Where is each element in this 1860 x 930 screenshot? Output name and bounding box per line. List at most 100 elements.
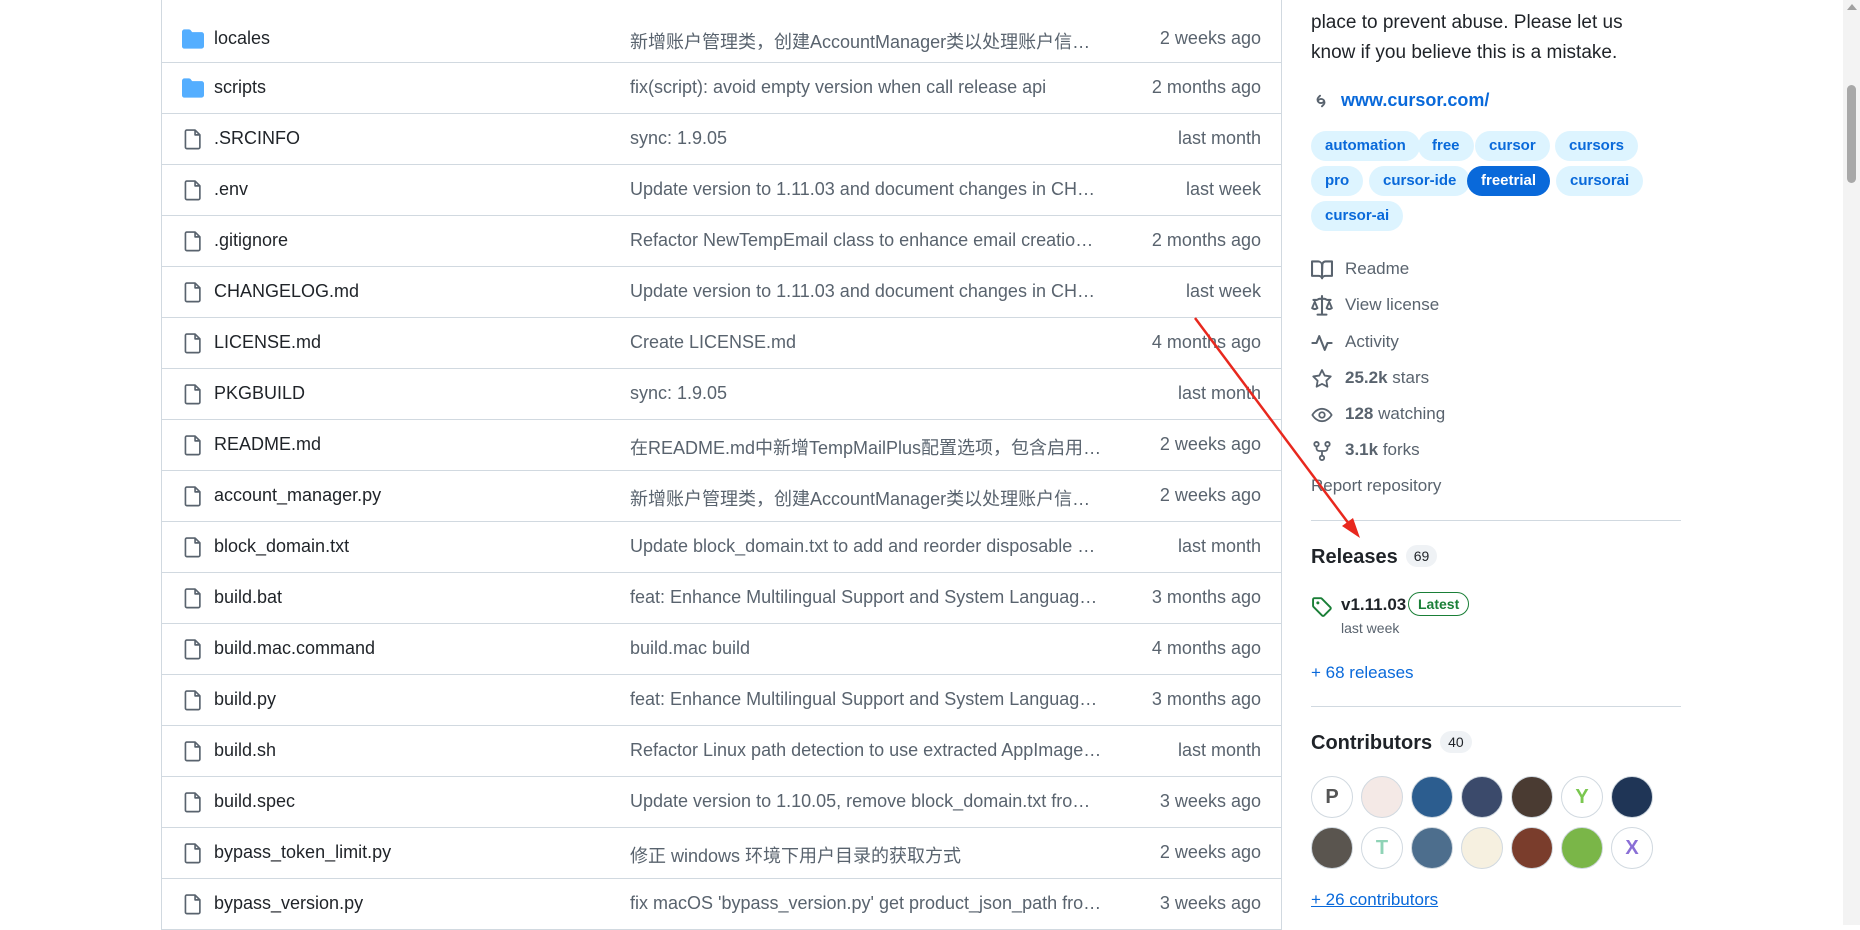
commit-date: 2 months ago xyxy=(1151,230,1261,250)
file-row[interactable]: build.sh Refactor Linux path detection to… xyxy=(162,726,1281,777)
contributor-avatar[interactable] xyxy=(1561,827,1603,869)
commit-message-link[interactable]: sync: 1.9.05 xyxy=(630,383,1102,404)
commit-message-link[interactable]: Refactor Linux path detection to use ext… xyxy=(630,740,1102,761)
file-row[interactable]: LICENSE.md Create LICENSE.md 4 months ago xyxy=(162,318,1281,369)
activity-label: Activity xyxy=(1345,332,1399,351)
topic-tag[interactable]: cursor-ide xyxy=(1369,166,1471,196)
file-row[interactable]: build.bat feat: Enhance Multilingual Supp… xyxy=(162,573,1281,624)
file-name-link[interactable]: scripts xyxy=(214,77,266,98)
contributor-avatars: P Y T X xyxy=(1311,776,1653,876)
file-name-link[interactable]: account_manager.py xyxy=(214,485,381,506)
file-list: locales 新增账户管理类，创建AccountManager类以处理账户信息的… xyxy=(161,0,1282,930)
contributor-avatar[interactable]: P xyxy=(1311,776,1353,818)
file-name-link[interactable]: bypass_version.py xyxy=(214,893,363,914)
file-name-link[interactable]: README.md xyxy=(214,434,321,455)
file-name-link[interactable]: block_domain.txt xyxy=(214,536,349,557)
file-row[interactable]: CHANGELOG.md Update version to 1.11.03 an… xyxy=(162,267,1281,318)
commit-date: 3 months ago xyxy=(1151,689,1261,709)
commit-message-link[interactable]: 新增账户管理类，创建AccountManager类以处理账户信息的保存和管理，更… xyxy=(630,28,1102,54)
commit-message-link[interactable]: Create LICENSE.md xyxy=(630,332,1102,353)
contributors-heading[interactable]: Contributors 40 xyxy=(1311,731,1472,755)
file-row[interactable]: .SRCINFO sync: 1.9.05 last month xyxy=(162,114,1281,165)
file-name-link[interactable]: .gitignore xyxy=(214,230,288,251)
commit-message-link[interactable]: build.mac build xyxy=(630,638,1102,659)
file-row[interactable]: scripts fix(script): avoid empty version … xyxy=(162,63,1281,114)
file-row[interactable]: build.mac.command build.mac build 4 months… xyxy=(162,624,1281,675)
contributor-avatar[interactable] xyxy=(1611,776,1653,818)
contributor-avatar[interactable]: Y xyxy=(1561,776,1603,818)
scroll-up-arrow[interactable] xyxy=(1847,4,1857,10)
file-name-link[interactable]: .SRCINFO xyxy=(214,128,300,149)
file-icon xyxy=(182,842,204,864)
license-label: View license xyxy=(1345,295,1440,314)
topic-tag[interactable]: freetrial xyxy=(1467,166,1551,196)
file-name-link[interactable]: build.mac.command xyxy=(214,638,375,659)
contributor-avatar[interactable] xyxy=(1461,776,1503,818)
commit-message-link[interactable]: sync: 1.9.05 xyxy=(630,128,1102,149)
contributor-avatar[interactable] xyxy=(1461,827,1503,869)
contributor-avatar[interactable] xyxy=(1311,827,1353,869)
report-repository-link[interactable]: Report repository xyxy=(1311,476,1441,496)
topic-tag[interactable]: pro xyxy=(1311,166,1364,196)
commit-message-link[interactable]: 在README.md中新增TempMailPlus配置选项，包含启用状态和邮箱设… xyxy=(630,434,1102,460)
topic-tag[interactable]: automation xyxy=(1311,131,1420,161)
commit-message-link[interactable]: 修正 windows 环境下用户目录的获取方式 xyxy=(630,842,1102,868)
commit-message-link[interactable]: Update block_domain.txt to add and reord… xyxy=(630,536,1102,557)
more-releases-link[interactable]: + 68 releases xyxy=(1311,663,1414,683)
topic-tag[interactable]: cursor-ai xyxy=(1311,201,1404,231)
contributor-avatar[interactable]: T xyxy=(1361,827,1403,869)
file-name-link[interactable]: build.py xyxy=(214,689,276,710)
contributor-avatar[interactable] xyxy=(1511,776,1553,818)
commit-message-link[interactable]: Update version to 1.11.03 and document c… xyxy=(630,179,1102,200)
file-name-link[interactable]: .env xyxy=(214,179,248,200)
topic-tag[interactable]: cursor xyxy=(1475,131,1550,161)
commit-message-link[interactable]: Update version to 1.10.05, remove block_… xyxy=(630,791,1102,812)
file-name-link[interactable]: build.spec xyxy=(214,791,295,812)
commit-message-link[interactable]: feat: Enhance Multilingual Support and S… xyxy=(630,587,1102,608)
contributor-avatar[interactable] xyxy=(1411,776,1453,818)
file-row[interactable]: bypass_version.py fix macOS 'bypass_versi… xyxy=(162,879,1281,930)
file-name-link[interactable]: build.sh xyxy=(214,740,276,761)
commit-message-link[interactable]: 新增账户管理类，创建AccountManager类以处理账户信息的保存和管理，更… xyxy=(630,485,1102,511)
page-scrollbar[interactable] xyxy=(1843,0,1860,925)
homepage-link[interactable]: www.cursor.com/ xyxy=(1341,90,1489,111)
file-name-link[interactable]: LICENSE.md xyxy=(214,332,321,353)
commit-message-link[interactable]: feat: Enhance Multilingual Support and S… xyxy=(630,689,1102,710)
contributor-avatar[interactable]: X xyxy=(1611,827,1653,869)
release-date: last week xyxy=(1341,620,1400,636)
file-row[interactable]: build.spec Update version to 1.10.05, rem… xyxy=(162,777,1281,828)
commit-message-link[interactable]: Refactor NewTempEmail class to enhance e… xyxy=(630,230,1102,251)
file-name-link[interactable]: locales xyxy=(214,28,270,49)
file-name-link[interactable]: PKGBUILD xyxy=(214,383,305,404)
releases-heading[interactable]: Releases 69 xyxy=(1311,545,1438,569)
file-row[interactable]: README.md 在README.md中新增TempMailPlus配置选项，包… xyxy=(162,420,1281,471)
file-row[interactable]: PKGBUILD sync: 1.9.05 last month xyxy=(162,369,1281,420)
file-row[interactable]: block_domain.txt Update block_domain.txt … xyxy=(162,522,1281,573)
file-name-link[interactable]: CHANGELOG.md xyxy=(214,281,359,302)
contributor-avatar[interactable] xyxy=(1511,827,1553,869)
commit-message-link[interactable]: fix(script): avoid empty version when ca… xyxy=(630,77,1102,98)
contributor-avatar[interactable] xyxy=(1411,827,1453,869)
commit-date: 2 months ago xyxy=(1151,77,1261,97)
more-contributors-link[interactable]: + 26 contributors xyxy=(1311,890,1438,910)
file-row[interactable]: .gitignore Refactor NewTempEmail class to… xyxy=(162,216,1281,267)
file-row[interactable]: bypass_token_limit.py 修正 windows 环境下用户目录的… xyxy=(162,828,1281,879)
file-row[interactable]: .env Update version to 1.11.03 and docume… xyxy=(162,165,1281,216)
contributor-avatar[interactable] xyxy=(1361,776,1403,818)
scrollbar-thumb[interactable] xyxy=(1847,85,1856,183)
eye-icon xyxy=(1311,407,1333,423)
file-row[interactable]: locales 新增账户管理类，创建AccountManager类以处理账户信息的… xyxy=(162,14,1281,63)
commit-date: 4 months ago xyxy=(1151,638,1261,658)
file-row[interactable]: account_manager.py 新增账户管理类，创建AccountManag… xyxy=(162,471,1281,522)
topic-tag[interactable]: cursorai xyxy=(1556,166,1644,196)
file-row[interactable]: build.py feat: Enhance Multilingual Suppo… xyxy=(162,675,1281,726)
divider xyxy=(1311,706,1681,707)
topic-tag[interactable]: cursors xyxy=(1555,131,1639,161)
file-icon xyxy=(182,587,204,609)
file-name-link[interactable]: build.bat xyxy=(214,587,282,608)
topic-tag[interactable]: free xyxy=(1418,131,1474,161)
commit-message-link[interactable]: fix macOS 'bypass_version.py' get produc… xyxy=(630,893,1102,914)
commit-message-link[interactable]: Update version to 1.11.03 and document c… xyxy=(630,281,1102,302)
file-name-link[interactable]: bypass_token_limit.py xyxy=(214,842,391,863)
latest-release[interactable]: v1.11.03 Latest last week xyxy=(1311,590,1611,640)
